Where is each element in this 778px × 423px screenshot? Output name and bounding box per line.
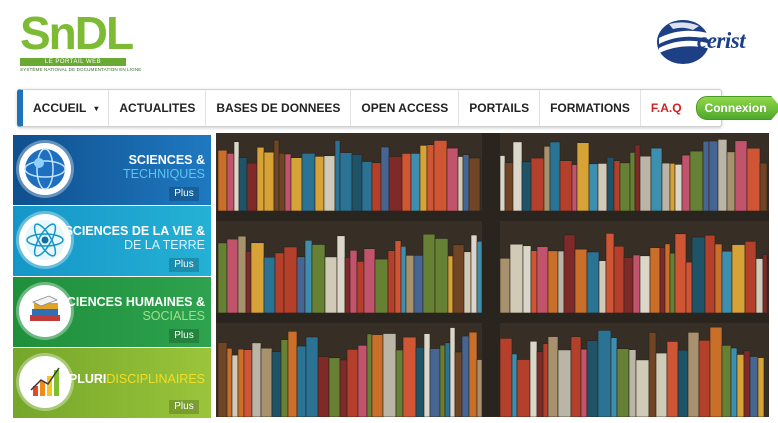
nav-faq[interactable]: F.A.Q xyxy=(641,90,692,126)
cerist-logo[interactable]: cerist xyxy=(655,16,771,68)
category-title: PLURIDISCIPLINAIRES xyxy=(69,372,205,386)
bar-chart-icon xyxy=(19,356,71,408)
connexion-label: Connexion xyxy=(704,101,767,115)
connexion-button[interactable]: Connexion xyxy=(695,96,778,120)
category-pluridisciplinaires[interactable]: PLURIDISCIPLINAIRES Plus xyxy=(13,348,211,418)
sndl-logo-mark: SnDL xyxy=(20,7,134,59)
nav-portails-label: PORTAILS xyxy=(469,101,530,115)
nav-formations-label: FORMATIONS xyxy=(550,101,630,115)
nav-actualites-label: ACTUALITES xyxy=(119,101,196,115)
main-nav: ACCUEIL ▾ ACTUALITES BASES DE DONNEES OP… xyxy=(17,89,778,127)
nav-open-access[interactable]: OPEN ACCESS xyxy=(351,90,460,126)
nav-bases-label: BASES DE DONNEES xyxy=(216,101,341,115)
category-title-line1: SCIENCES & xyxy=(128,153,205,167)
atom-icon xyxy=(19,214,71,266)
cerist-logo-text: cerist xyxy=(697,28,746,53)
category-title-line2: DE LA TERRE xyxy=(123,238,205,252)
category-title: SCIENCES DE LA VIE & DE LA TERRE xyxy=(64,224,205,252)
category-title-line1a: PLURI xyxy=(68,372,107,386)
category-title: SCIENCES & TECHNIQUES xyxy=(123,153,205,181)
category-sciences-humaines-sociales[interactable]: SCIENCES HUMAINES & SOCIALES Plus xyxy=(13,277,211,347)
category-title: SCIENCES HUMAINES & SOCIALES xyxy=(58,295,205,323)
category-title-line1b: DISCIPLINAIRES xyxy=(106,372,205,386)
bookshelf-photo xyxy=(216,133,769,417)
nav-accueil-label: ACCUEIL xyxy=(33,101,87,115)
category-sciences-vie-terre[interactable]: SCIENCES DE LA VIE & DE LA TERRE Plus xyxy=(13,206,211,276)
category-sciences-techniques[interactable]: SCIENCES & TECHNIQUES Plus xyxy=(13,135,211,205)
category-title-line2: TECHNIQUES xyxy=(123,167,205,181)
sndl-logo-subtitle: SYSTÈME NATIONAL DE DOCUMENTATION EN LIG… xyxy=(20,67,142,72)
nav-portails[interactable]: PORTAILS xyxy=(459,90,541,126)
chevron-down-icon[interactable]: ▾ xyxy=(94,104,98,113)
category-title-line1: SCIENCES HUMAINES & xyxy=(58,295,205,309)
nav-faq-label: F.A.Q xyxy=(650,101,682,115)
plus-button[interactable]: Plus xyxy=(169,400,199,414)
plus-button[interactable]: Plus xyxy=(169,187,199,201)
nav-formations[interactable]: FORMATIONS xyxy=(540,90,641,126)
nav-actualites[interactable]: ACTUALITES xyxy=(109,90,207,126)
category-title-line2: SOCIALES xyxy=(142,309,205,323)
nav-bases-de-donnees[interactable]: BASES DE DONNEES xyxy=(206,90,352,126)
plus-button[interactable]: Plus xyxy=(169,258,199,272)
sndl-logo-tagline: LE PORTAIL WEB xyxy=(20,58,126,66)
nav-open-access-label: OPEN ACCESS xyxy=(361,101,449,115)
sndl-logo[interactable]: SnDL LE PORTAIL WEB SYSTÈME NATIONAL DE … xyxy=(20,7,142,78)
globe-network-icon xyxy=(19,143,71,195)
nav-accueil[interactable]: ACCUEIL ▾ xyxy=(23,90,110,126)
plus-button[interactable]: Plus xyxy=(169,329,199,343)
category-title-line1: SCIENCES DE LA VIE & xyxy=(64,224,205,238)
bookshelf-image xyxy=(216,133,769,417)
